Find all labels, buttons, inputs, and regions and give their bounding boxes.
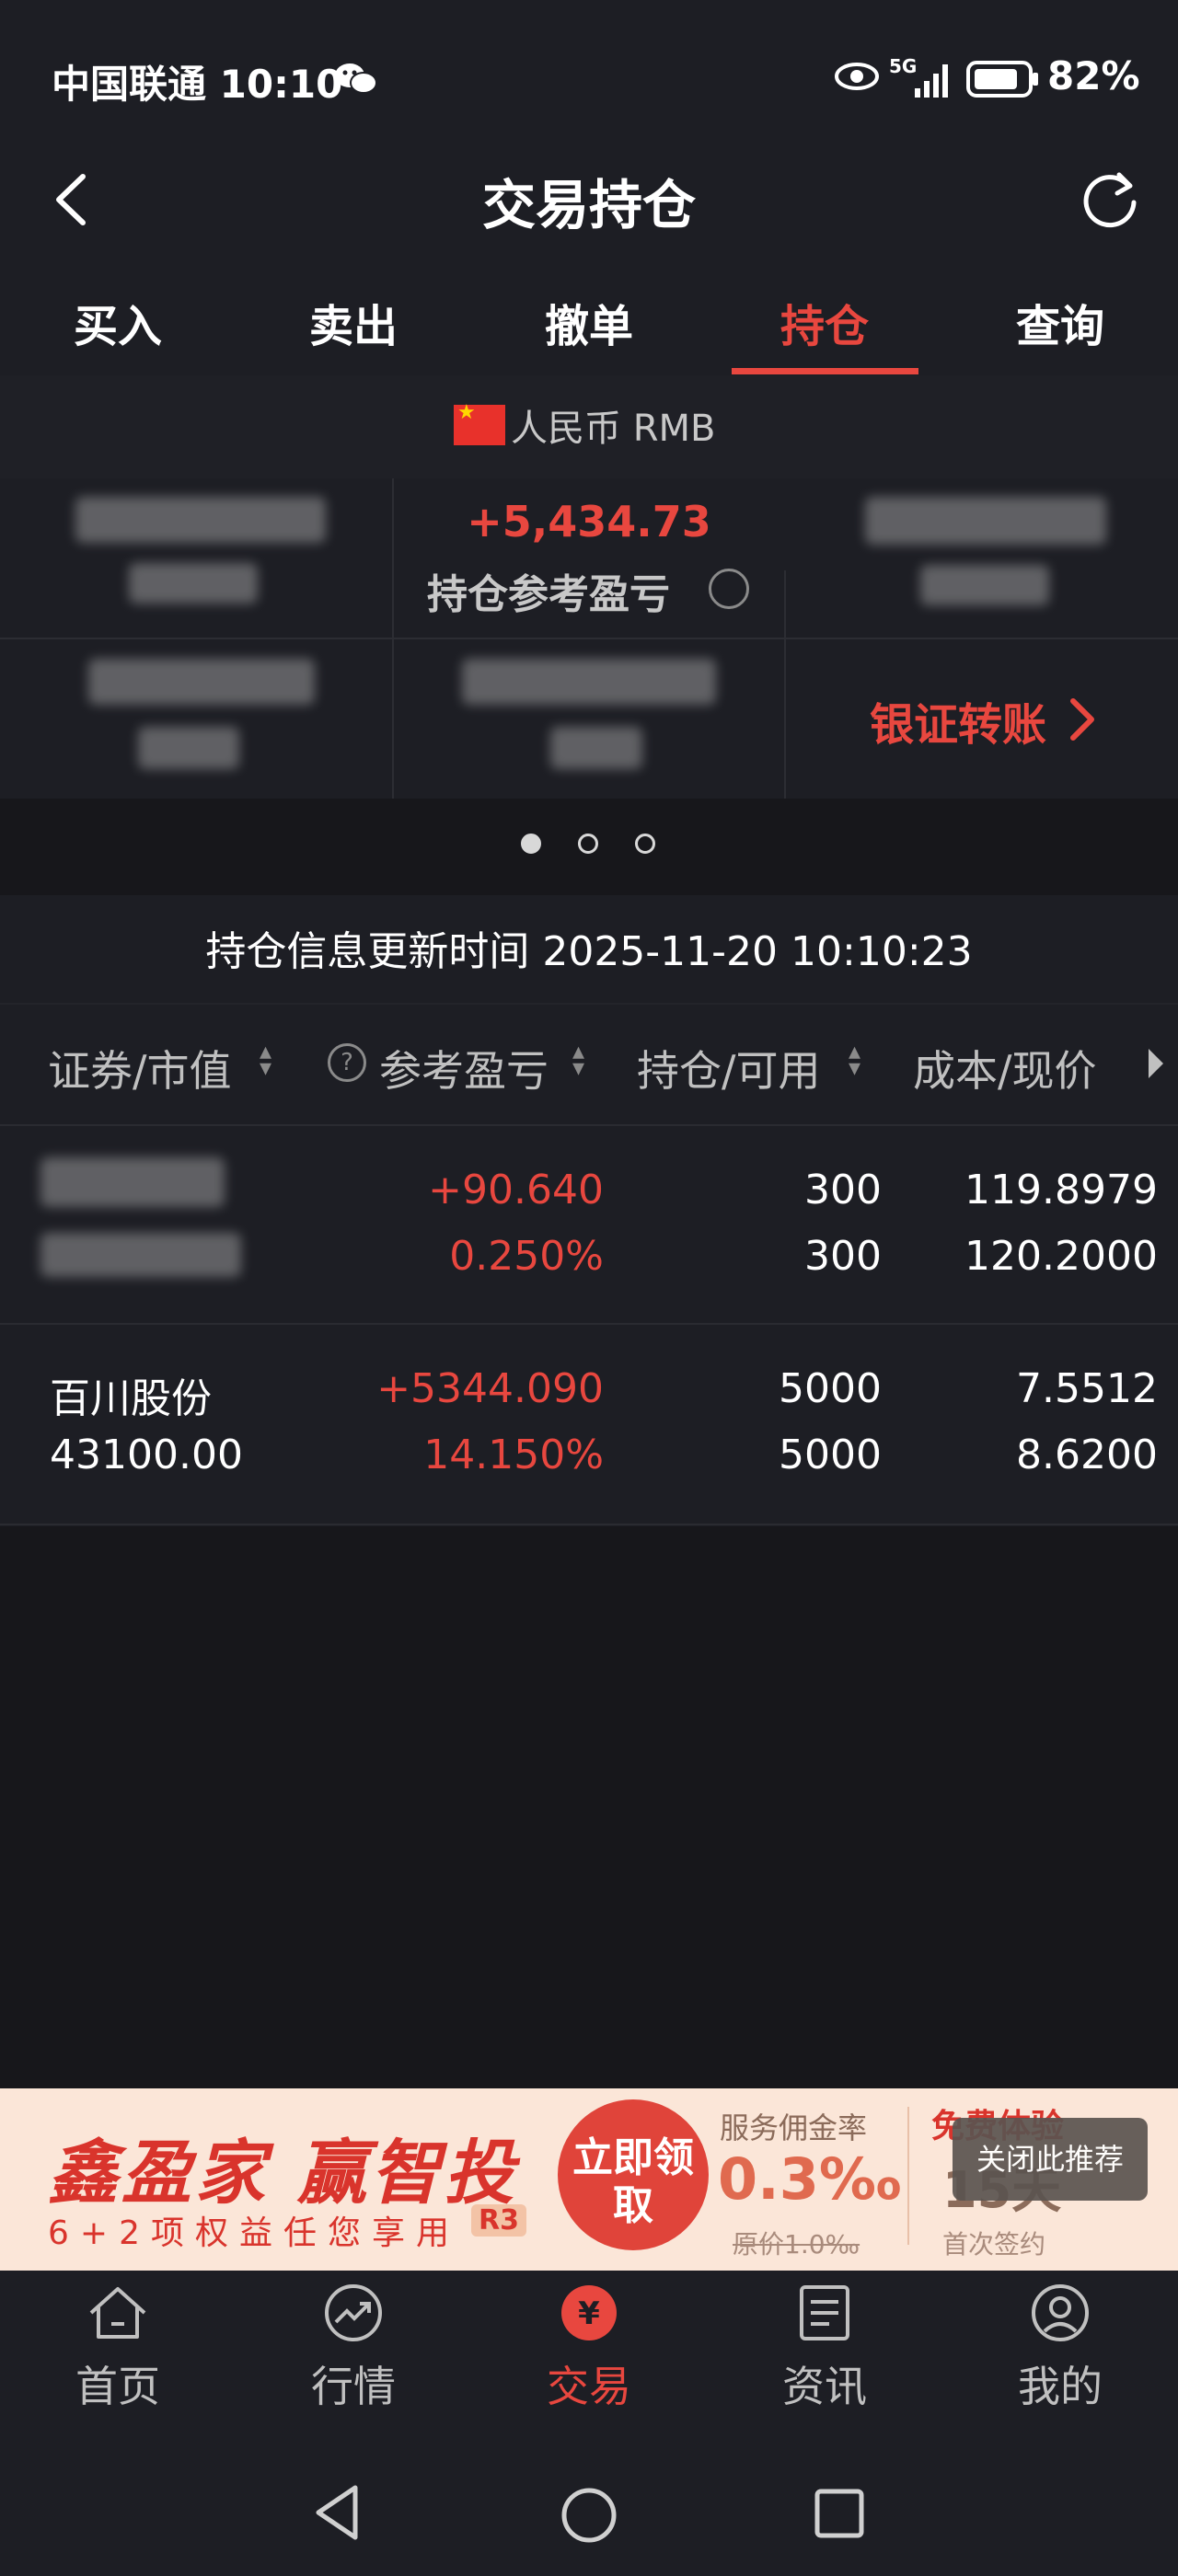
table-row[interactable] — [0, 1325, 1178, 1524]
nav-market-label: 行情 — [311, 2362, 396, 2411]
scroll-right-icon[interactable] — [1147, 1047, 1165, 1080]
masked-label — [138, 727, 239, 769]
divider — [784, 570, 786, 799]
system-home-icon[interactable] — [560, 2486, 618, 2545]
update-time: 持仓信息更新时间 2025-11-20 10:10:23 — [205, 928, 973, 975]
ad-subtitle: 6+2项权益任您享用 — [48, 2214, 460, 2252]
home-icon — [89, 2287, 146, 2339]
nav-news-label: 资讯 — [782, 2362, 867, 2411]
position-pnl-label: 持仓参考盈亏 — [427, 571, 670, 618]
masked-label — [920, 565, 1049, 605]
row-security-name: 百川股份 — [50, 1375, 212, 1422]
row-market-value: 43100.00 — [50, 1432, 243, 1478]
row-pnl: +90.640 — [428, 1167, 604, 1213]
row-price: 8.6200 — [1016, 1432, 1158, 1478]
ad-rate-label: 服务佣金率 — [720, 2110, 868, 2145]
row-pnl: +5344.090 — [376, 1365, 604, 1412]
tab-cancel[interactable]: 撤单 — [471, 290, 707, 354]
row-price: 120.2000 — [964, 1233, 1158, 1280]
masked-total-assets — [75, 497, 326, 543]
wechat-icon — [335, 63, 377, 94]
ad-risk-badge: R3 — [471, 2204, 526, 2237]
nav-home-label: 首页 — [75, 2362, 160, 2411]
system-recents-icon[interactable] — [814, 2488, 865, 2539]
masked-withdrawable — [462, 659, 716, 705]
row-available: 300 — [804, 1233, 882, 1280]
tab-positions[interactable]: 持仓 — [707, 290, 942, 354]
masked-label — [550, 727, 642, 769]
col-hold-available[interactable]: 持仓/可用 — [637, 1038, 821, 1098]
system-back-icon[interactable] — [311, 2484, 363, 2541]
pager-dot-3[interactable] — [635, 834, 655, 854]
row-hold: 5000 — [779, 1365, 882, 1412]
row-hold: 300 — [804, 1167, 882, 1213]
currency-label: 人民币 RMB — [511, 408, 716, 450]
battery-level: 82% — [1047, 53, 1140, 98]
row-cost: 7.5512 — [1016, 1365, 1158, 1412]
help-icon[interactable] — [709, 569, 749, 609]
tab-active-indicator — [732, 368, 918, 374]
row-cost: 119.8979 — [964, 1167, 1158, 1213]
nav-trade[interactable]: ¥ 交易 — [471, 2283, 707, 2414]
position-pnl-value: +5,434.73 — [467, 497, 711, 546]
divider — [0, 1524, 1178, 1525]
ad-headline: 鑫盈家 赢智投 — [48, 2132, 518, 2214]
chart-trend-icon — [325, 2284, 382, 2341]
help-icon[interactable]: ? — [328, 1043, 366, 1082]
chevron-right-icon — [1070, 698, 1094, 741]
pager-dot-1[interactable] — [521, 834, 541, 854]
divider — [0, 1003, 1178, 1005]
masked-security-name — [40, 1157, 225, 1207]
divider — [0, 638, 1178, 639]
ad-original-rate: 原价1.0‰ — [733, 2229, 860, 2260]
refresh-icon[interactable] — [1079, 167, 1141, 230]
masked-market-value — [865, 497, 1106, 545]
tab-query[interactable]: 查询 — [942, 290, 1178, 354]
divider — [907, 2107, 909, 2245]
battery-icon — [966, 61, 1038, 98]
nav-market[interactable]: 行情 — [236, 2283, 471, 2414]
sort-icon[interactable]: ▴ ▾ — [849, 1040, 860, 1080]
row-available: 5000 — [779, 1432, 882, 1478]
china-flag-icon: ★ — [454, 401, 505, 445]
tab-buy[interactable]: 买入 — [0, 290, 236, 354]
row-pnl-pct: 14.150% — [423, 1432, 604, 1478]
ad-rate: 0.3‰ — [718, 2145, 902, 2213]
row-pnl-pct: 0.250% — [449, 1233, 604, 1280]
sort-icon[interactable]: ▴ ▾ — [572, 1040, 584, 1080]
masked-market-value — [40, 1233, 241, 1277]
masked-label — [129, 563, 258, 604]
nav-mine[interactable]: 我的 — [942, 2283, 1178, 2414]
ad-first-sign: 首次签约 — [942, 2229, 1046, 2260]
nav-home[interactable]: 首页 — [0, 2283, 236, 2414]
nav-news[interactable]: 资讯 — [707, 2283, 942, 2414]
close-ad-button[interactable]: 关闭此推荐 — [953, 2118, 1148, 2201]
masked-available-funds — [88, 659, 315, 705]
user-icon — [1032, 2284, 1089, 2341]
page-title: 交易持仓 — [481, 174, 696, 236]
col-ref-pnl[interactable]: 参考盈亏 — [379, 1038, 549, 1098]
bank-transfer-link[interactable]: 银证转账 — [870, 688, 1046, 753]
table-row[interactable] — [0, 1126, 1178, 1323]
yuan-icon: ¥ — [561, 2285, 617, 2340]
news-icon — [800, 2285, 849, 2340]
col-cost-price[interactable]: 成本/现价 — [913, 1038, 1097, 1098]
nav-mine-label: 我的 — [1018, 2362, 1103, 2411]
nav-trade-label: 交易 — [547, 2362, 631, 2411]
tab-sell[interactable]: 卖出 — [236, 290, 471, 354]
pager-dot-2[interactable] — [578, 834, 598, 854]
sort-icon[interactable]: ▴ ▾ — [260, 1040, 271, 1080]
col-security-value[interactable]: 证券/市值 — [48, 1038, 232, 1098]
ad-claim-label: 立即领取 — [572, 2134, 694, 2229]
svg-text:¥: ¥ — [578, 2295, 600, 2332]
eye-icon — [835, 63, 879, 90]
signal-icon — [915, 64, 948, 98]
